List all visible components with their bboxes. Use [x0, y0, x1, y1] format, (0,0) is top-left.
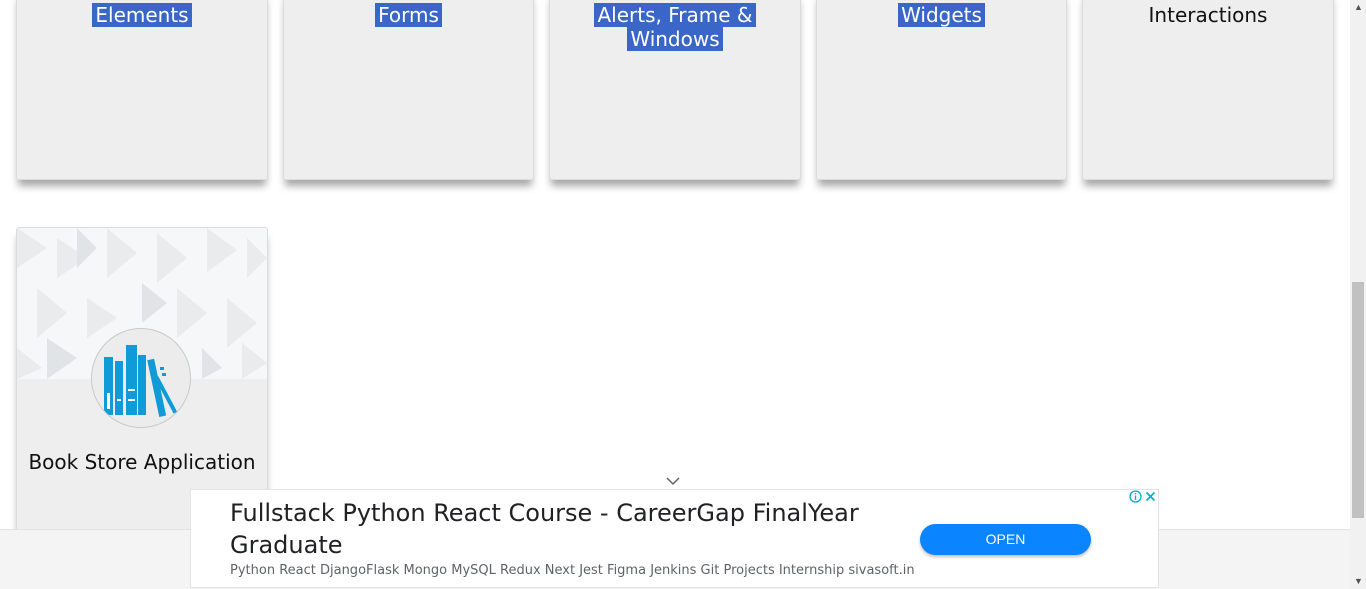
page: Elements Forms Alerts, Frame & Windows W… [0, 0, 1350, 589]
close-icon[interactable] [1143, 490, 1158, 505]
chevron-down-icon[interactable] [666, 476, 680, 486]
card-title: Widgets [898, 3, 985, 27]
books-icon [104, 345, 178, 417]
card-title-line2: Windows [627, 27, 723, 51]
card-elements[interactable]: Elements [16, 0, 268, 180]
ad-description: Python React DjangoFlask Mongo MySQL Red… [230, 563, 915, 578]
scroll-down-icon[interactable]: ▼ [1354, 576, 1363, 586]
card-title: Book Store Application [28, 450, 256, 474]
card-alerts-frame-windows[interactable]: Alerts, Frame & Windows [549, 0, 801, 180]
scrollbar-thumb[interactable] [1352, 282, 1364, 518]
ad-headline[interactable]: Fullstack Python React Course - CareerGa… [230, 497, 890, 561]
info-icon[interactable] [1128, 490, 1143, 505]
scroll-up-icon[interactable]: ▲ [1354, 2, 1363, 12]
card-title: Forms [375, 3, 442, 27]
ad-choices [1128, 490, 1158, 506]
vertical-scrollbar[interactable]: ▲ ▼ [1350, 0, 1366, 589]
card-interactions[interactable]: Interactions [1082, 0, 1334, 180]
card-forms[interactable]: Forms [283, 0, 534, 180]
ad-banner[interactable]: Fullstack Python React Course - CareerGa… [190, 489, 1159, 588]
book-icon-circle [91, 328, 191, 428]
card-title-line1: Alerts, Frame & [594, 3, 756, 27]
card-title: Elements [92, 3, 192, 27]
card-title: Interactions [1148, 3, 1268, 27]
card-widgets[interactable]: Widgets [816, 0, 1067, 180]
ad-open-button[interactable]: OPEN [920, 524, 1091, 555]
